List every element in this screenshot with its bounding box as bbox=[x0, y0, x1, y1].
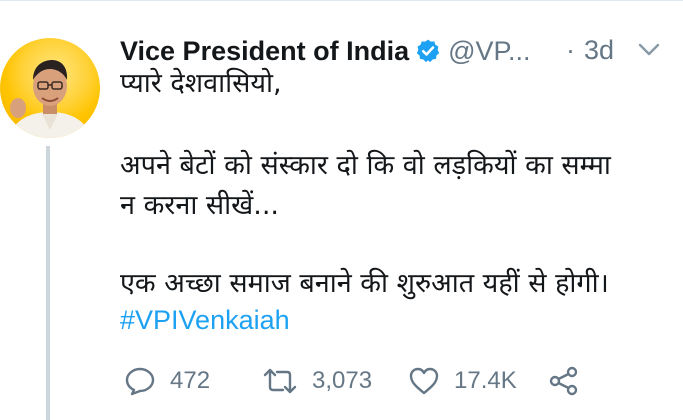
verified-badge-icon bbox=[415, 38, 441, 64]
tweet-text-line: अपने बेटों को संस्कार दो कि वो लड़कियों … bbox=[120, 150, 611, 181]
tweet-text-line: एक अच्छा समाज बनाने की शुरुआत यहीं से हो… bbox=[120, 268, 609, 299]
chevron-down-icon[interactable] bbox=[638, 42, 660, 58]
author-name[interactable]: Vice President of India bbox=[120, 36, 409, 67]
avatar-portrait bbox=[8, 60, 92, 138]
retweet-button[interactable]: 3,073 bbox=[262, 366, 372, 396]
reply-count: 472 bbox=[170, 367, 211, 394]
hashtag-link[interactable]: #VPIVenkaiah bbox=[120, 302, 290, 338]
share-button[interactable] bbox=[548, 366, 580, 396]
retweet-count: 3,073 bbox=[312, 367, 373, 394]
reply-button[interactable]: 472 bbox=[124, 366, 210, 396]
reply-icon bbox=[124, 366, 156, 396]
thread-line bbox=[46, 146, 50, 420]
tweet-timestamp[interactable]: 3d bbox=[584, 35, 614, 66]
avatar[interactable] bbox=[0, 38, 100, 138]
share-icon bbox=[548, 366, 580, 396]
retweet-icon bbox=[262, 366, 298, 396]
tweet-text-line: न करना सीखें... bbox=[120, 190, 279, 221]
top-divider bbox=[0, 0, 683, 1]
tweet-text-line: प्यारे देशवासियो, bbox=[120, 68, 282, 99]
time-separator: · bbox=[566, 35, 575, 65]
like-button[interactable]: 17.4K bbox=[408, 366, 517, 396]
author-handle[interactable]: @VP... bbox=[448, 36, 530, 67]
like-count: 17.4K bbox=[454, 367, 517, 394]
like-icon bbox=[408, 366, 440, 396]
